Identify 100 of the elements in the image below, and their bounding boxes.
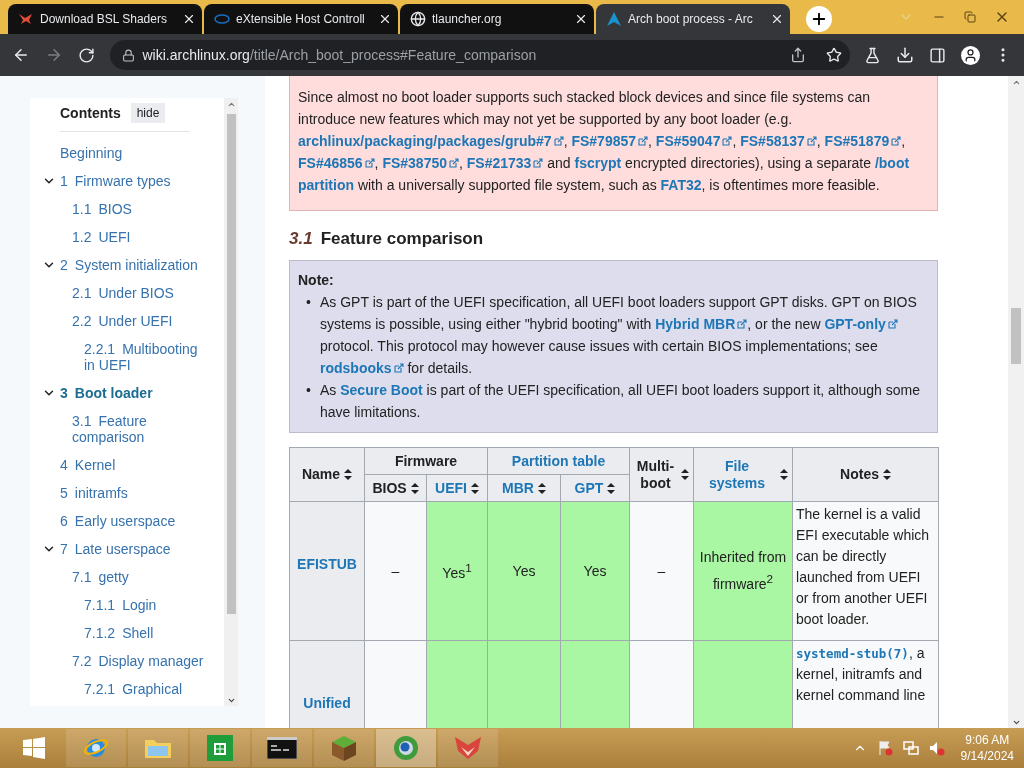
sort-icon[interactable] — [882, 469, 891, 480]
external-link-icon — [364, 158, 375, 168]
toc-link[interactable]: 1.2 UEFI — [72, 229, 131, 245]
side-panel-icon[interactable] — [929, 46, 947, 64]
external-link[interactable]: FS#38750 — [382, 155, 459, 171]
link[interactable]: fscrypt — [574, 155, 622, 171]
close-icon[interactable] — [574, 12, 588, 26]
sort-icon[interactable] — [470, 482, 479, 494]
column-group-header: Partition table — [487, 447, 630, 475]
scrollbar[interactable] — [224, 98, 238, 706]
grass-block-icon — [330, 734, 358, 762]
download-icon[interactable] — [896, 46, 915, 64]
external-link-icon — [722, 136, 733, 146]
toc-link[interactable]: 5 initramfs — [60, 485, 128, 501]
external-link[interactable]: FS#51879 — [824, 133, 902, 149]
toc-link[interactable]: Beginning — [60, 145, 123, 161]
network-icon[interactable] — [902, 740, 919, 756]
note-item: As GPT is part of the UEFI specification, all UEFI boot loaders support GPT disks. GPT on BIOS systems is possible, using either "hybrid booting" with Hybrid MBR , or the new GPT-only protocol. This protocol may however cause issues with certain BIOS implementations; see rodsbooks for details. — [320, 293, 918, 378]
toc-link[interactable]: 7.1.1 Login — [84, 597, 157, 613]
toc-link[interactable]: 4 Kernel — [60, 457, 116, 473]
external-link[interactable]: FS#46856 — [298, 155, 375, 171]
share-icon[interactable] — [789, 47, 806, 63]
toc-link[interactable]: 7.2.1 Graphical — [84, 681, 183, 697]
table-link[interactable]: Unified — [303, 695, 351, 711]
section-heading: Feature comparison — [320, 229, 484, 249]
external-link[interactable]: FS#79857 — [571, 133, 649, 149]
toc-link[interactable]: 2.1 Under BIOS — [72, 285, 174, 301]
browser-tab[interactable]: Arch boot process - Arc — [596, 4, 790, 34]
external-link[interactable]: archlinux/packaging/packages/grub#7 — [298, 133, 564, 149]
column-header[interactable]: File systems — [693, 447, 793, 502]
restore-icon[interactable] — [964, 11, 976, 23]
close-icon[interactable] — [378, 12, 392, 26]
toc-link[interactable]: 6 Early userspace — [60, 513, 176, 529]
toc-link[interactable]: 7.1.2 Shell — [84, 625, 154, 641]
lock-icon — [121, 48, 135, 62]
address-bar[interactable]: wiki.archlinux.org/title/Arch_boot_process#Feature_comparison — [109, 40, 850, 70]
globe-icon — [392, 734, 420, 762]
flag-icon[interactable] — [876, 740, 893, 756]
external-link-icon — [393, 363, 404, 373]
external-link[interactable]: GPT-only — [824, 316, 898, 332]
sort-icon[interactable] — [410, 482, 419, 494]
external-link[interactable]: rodsbooks — [320, 360, 404, 376]
toc-link[interactable]: 1.1 BIOS — [72, 201, 132, 217]
clock[interactable]: 9:06 AM 9/14/2024 — [960, 732, 1014, 764]
table-cell: Yes — [560, 501, 630, 641]
scrollbar[interactable] — [1008, 76, 1024, 728]
external-link-icon — [887, 319, 898, 329]
toc-link[interactable]: 7.1 getty — [72, 569, 129, 585]
sort-icon[interactable] — [344, 469, 353, 480]
toc-link[interactable]: 2.2 Under UEFI — [72, 313, 173, 329]
column-header[interactable]: MBR — [487, 474, 561, 502]
browser-tab[interactable]: tlauncher.org — [400, 4, 594, 34]
sort-icon[interactable] — [681, 469, 689, 480]
globe-icon — [410, 11, 426, 27]
reload-icon[interactable] — [77, 46, 95, 64]
external-link[interactable]: Hybrid MBR — [655, 316, 748, 332]
toc-link[interactable]: 2 System initialization — [60, 257, 198, 273]
toc-link[interactable]: 2.2.1 Multibooting in UEFI — [84, 341, 206, 373]
close-icon[interactable] — [182, 12, 196, 26]
hide-button[interactable]: hide — [130, 103, 166, 123]
scroll-thumb[interactable] — [226, 114, 236, 614]
fox-icon — [18, 11, 34, 27]
notes-cell: systemd-stub(7), a kernel, initramfs and kernel command line — [792, 640, 939, 728]
taskbar-app[interactable] — [252, 729, 312, 767]
link[interactable]: FAT32 — [660, 177, 702, 193]
external-link[interactable]: FS#21733 — [466, 155, 544, 171]
external-link-icon — [553, 136, 564, 146]
column-header[interactable]: Notes — [792, 447, 939, 502]
sort-icon[interactable] — [537, 482, 546, 494]
note-item: As Secure Boot is part of the UEFI specification, all UEFI boot loaders support it, although some have limitations. — [320, 381, 921, 422]
speaker-icon[interactable] — [928, 740, 945, 756]
toc-link[interactable]: 7 Late userspace — [60, 541, 171, 557]
man-page-link[interactable]: systemd-stub(7) — [796, 646, 909, 661]
table-link[interactable]: EFISTUB — [297, 556, 357, 572]
notes-cell: The kernel is a valid EFI executable which can be directly launched from UEFI or from another UEFI boot loader. — [792, 501, 939, 641]
toc-link[interactable]: 7.2 Display manager — [72, 653, 204, 669]
fox-icon — [453, 735, 483, 761]
table-cell: Inherited from firmware$^{2}$ — [693, 501, 793, 641]
column-group-header: Firmware — [364, 447, 488, 475]
link[interactable]: /boot — [874, 155, 910, 171]
column-header[interactable]: Multi-boot — [629, 447, 694, 502]
browser-tab[interactable]: eXtensible Host Controll — [204, 4, 398, 34]
scroll-thumb[interactable] — [1011, 308, 1021, 364]
toc-link[interactable]: 3.1 Feature comparison — [72, 413, 206, 445]
external-link[interactable]: FS#59047 — [655, 133, 733, 149]
windows-icon — [23, 737, 45, 759]
close-icon[interactable] — [770, 12, 784, 26]
external-link-icon — [638, 136, 649, 146]
external-link[interactable]: FS#58137 — [740, 133, 817, 149]
link[interactable]: partition — [298, 177, 354, 193]
flask-icon[interactable] — [864, 46, 882, 64]
column-header[interactable]: GPT — [560, 474, 630, 502]
link[interactable]: Secure Boot — [340, 382, 423, 398]
sort-icon[interactable] — [607, 482, 616, 494]
column-header[interactable]: Name — [289, 447, 365, 502]
toc-link[interactable]: 1 Firmware types — [60, 173, 171, 189]
browser-tab[interactable]: Download BSL Shaders — [8, 4, 202, 34]
toc-link[interactable]: 3 Boot loader — [60, 385, 153, 401]
sort-icon[interactable] — [780, 469, 788, 480]
star-icon[interactable] — [825, 47, 842, 63]
